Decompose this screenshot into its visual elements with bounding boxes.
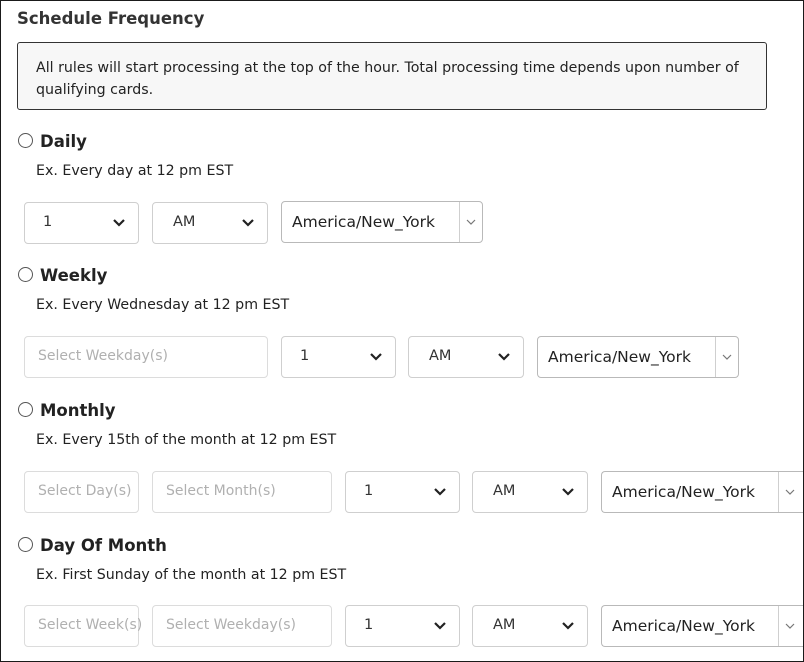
info-box: All rules will start processing at the t… xyxy=(17,42,767,110)
chevron-down-icon xyxy=(242,219,254,227)
hour-select-day-of-month[interactable]: 1 xyxy=(345,605,460,647)
option-label-daily: Daily xyxy=(40,132,87,151)
weekday-multiselect-weekly[interactable]: Select Weekday(s) xyxy=(24,336,268,378)
radio-day-of-month[interactable] xyxy=(18,537,33,552)
hour-select-monthly[interactable]: 1 xyxy=(345,471,460,513)
meridiem-select-weekly[interactable]: AM xyxy=(408,336,524,378)
hour-value: 1 xyxy=(300,348,310,364)
chevron-down-icon xyxy=(562,488,574,496)
radio-monthly[interactable] xyxy=(18,402,33,417)
timezone-value: America/New_York xyxy=(612,617,755,635)
weekday-placeholder: Select Weekday(s) xyxy=(166,617,296,633)
weekday-multiselect-day-of-month[interactable]: Select Weekday(s) xyxy=(152,605,332,647)
option-label-day-of-month: Day Of Month xyxy=(40,536,167,555)
timezone-select-weekly[interactable]: America/New_York xyxy=(537,336,739,378)
day-multiselect-monthly[interactable]: Select Day(s) xyxy=(24,471,139,513)
chevron-down-icon xyxy=(434,622,446,630)
hour-value: 1 xyxy=(364,483,374,499)
week-placeholder: Select Week(s) xyxy=(38,617,143,633)
chevron-down-icon xyxy=(562,622,574,630)
timezone-select-day-of-month[interactable]: America/New_York xyxy=(601,605,803,647)
option-label-monthly: Monthly xyxy=(40,401,116,420)
example-weekly: Ex. Every Wednesday at 12 pm EST xyxy=(36,297,290,313)
chevron-down-icon xyxy=(434,488,446,496)
meridiem-value: AM xyxy=(429,348,452,364)
meridiem-select-monthly[interactable]: AM xyxy=(472,471,588,513)
week-multiselect-day-of-month[interactable]: Select Week(s) xyxy=(24,605,143,647)
chevron-down-icon xyxy=(498,353,510,361)
hour-value: 1 xyxy=(43,214,53,230)
chevron-down-icon xyxy=(785,489,795,495)
select-divider xyxy=(778,606,779,646)
timezone-value: America/New_York xyxy=(548,348,691,366)
radio-daily[interactable] xyxy=(18,133,33,148)
timezone-value: America/New_York xyxy=(612,483,755,501)
option-label-weekly: Weekly xyxy=(40,266,108,285)
meridiem-value: AM xyxy=(173,214,196,230)
hour-select-weekly[interactable]: 1 xyxy=(281,336,396,378)
section-title: Schedule Frequency xyxy=(17,9,205,28)
month-placeholder: Select Month(s) xyxy=(166,483,276,499)
chevron-down-icon xyxy=(370,353,382,361)
chevron-down-icon xyxy=(466,219,476,225)
chevron-down-icon xyxy=(722,354,732,360)
chevron-down-icon xyxy=(785,623,795,629)
schedule-frequency-panel: Schedule Frequency All rules will start … xyxy=(0,0,804,662)
month-multiselect-monthly[interactable]: Select Month(s) xyxy=(152,471,332,513)
timezone-select-daily[interactable]: America/New_York xyxy=(281,201,483,243)
select-divider xyxy=(778,472,779,512)
meridiem-select-day-of-month[interactable]: AM xyxy=(472,605,588,647)
day-placeholder: Select Day(s) xyxy=(38,483,132,499)
select-divider xyxy=(459,202,460,242)
hour-value: 1 xyxy=(364,617,374,633)
meridiem-select-daily[interactable]: AM xyxy=(152,202,268,244)
timezone-select-monthly[interactable]: America/New_York xyxy=(601,471,803,513)
select-divider xyxy=(715,337,716,377)
weekday-placeholder: Select Weekday(s) xyxy=(38,348,168,364)
radio-weekly[interactable] xyxy=(18,267,33,282)
example-monthly: Ex. Every 15th of the month at 12 pm EST xyxy=(36,432,337,448)
timezone-value: America/New_York xyxy=(292,213,435,231)
hour-select-daily[interactable]: 1 xyxy=(24,202,139,244)
meridiem-value: AM xyxy=(493,617,516,633)
example-daily: Ex. Every day at 12 pm EST xyxy=(36,163,234,179)
meridiem-value: AM xyxy=(493,483,516,499)
example-day-of-month: Ex. First Sunday of the month at 12 pm E… xyxy=(36,567,347,583)
chevron-down-icon xyxy=(113,219,125,227)
